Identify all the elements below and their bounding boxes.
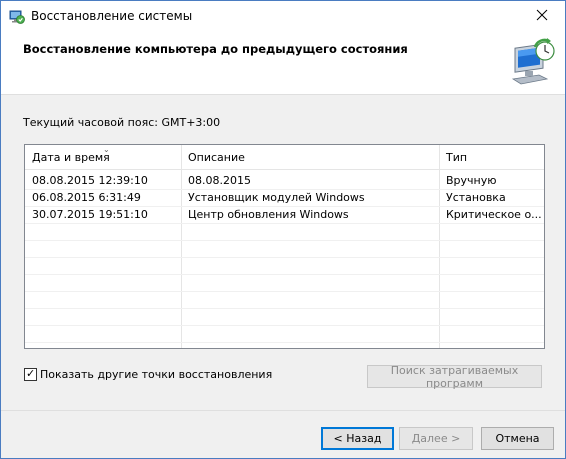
column-header-type[interactable]: Тип	[446, 151, 467, 164]
empty-row	[25, 240, 544, 258]
cell-description: 08.08.2015	[188, 174, 251, 187]
empty-row	[25, 223, 544, 241]
list-header: ⌄ Дата и время Описание Тип	[25, 145, 544, 170]
footer-separator	[1, 410, 565, 411]
checkmark-icon: ✓	[26, 367, 36, 380]
show-more-restore-points[interactable]: ✓ Показать другие точки восстановления	[24, 367, 273, 381]
empty-row	[25, 274, 544, 292]
back-button[interactable]: < Назад	[321, 427, 394, 450]
scan-affected-programs-button[interactable]: Поиск затрагиваемых программ	[367, 364, 542, 390]
restore-points-list[interactable]: ⌄ Дата и время Описание Тип 08.08.2015 1…	[24, 144, 545, 349]
empty-row	[25, 291, 544, 309]
page-title: Восстановление компьютера до предыдущего…	[23, 42, 408, 56]
column-header-date[interactable]: Дата и время	[32, 151, 110, 164]
window-title: Восстановление системы	[31, 9, 193, 23]
wizard-header: Восстановление компьютера до предыдущего…	[1, 32, 565, 95]
system-restore-app-icon	[9, 9, 25, 25]
show-more-label: Показать другие точки восстановления	[40, 368, 273, 381]
empty-row	[25, 325, 544, 343]
timezone-label: Текущий часовой пояс: GMT+3:00	[23, 116, 221, 129]
cell-type: Установка	[446, 191, 506, 204]
close-icon	[536, 9, 548, 24]
column-header-description[interactable]: Описание	[188, 151, 245, 164]
cell-type: Критическое о...	[446, 208, 542, 221]
system-restore-window: Восстановление системы Восстановление ко…	[0, 0, 566, 459]
table-row[interactable]: 06.08.2015 6:31:49 Установщик модулей Wi…	[25, 189, 544, 207]
cancel-button[interactable]: Отмена	[481, 427, 554, 450]
cell-description: Центр обновления Windows	[188, 208, 349, 221]
cell-date: 06.08.2015 6:31:49	[32, 191, 141, 204]
title-bar[interactable]: Восстановление системы	[1, 1, 565, 32]
cell-date: 30.07.2015 19:51:10	[32, 208, 148, 221]
close-button[interactable]	[519, 1, 565, 32]
cell-description: Установщик модулей Windows	[188, 191, 365, 204]
table-row[interactable]: 30.07.2015 19:51:10 Центр обновления Win…	[25, 206, 544, 224]
cell-date: 08.08.2015 12:39:10	[32, 174, 148, 187]
empty-row	[25, 308, 544, 326]
empty-row	[25, 257, 544, 275]
table-row[interactable]: 08.08.2015 12:39:10 08.08.2015 Вручную	[25, 172, 544, 190]
cell-type: Вручную	[446, 174, 497, 187]
show-more-checkbox[interactable]: ✓	[24, 367, 37, 381]
next-button[interactable]: Далее >	[399, 427, 473, 450]
system-restore-monitor-icon	[509, 37, 557, 87]
